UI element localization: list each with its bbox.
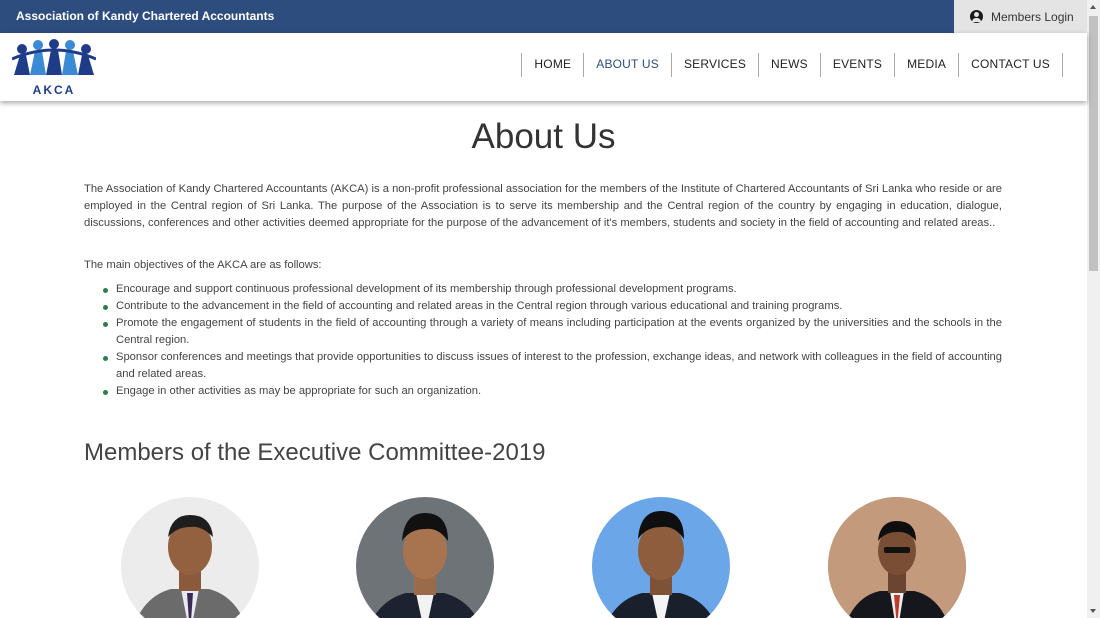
logo-brand-text: AKCA [32, 83, 76, 97]
page-title: About Us [471, 117, 616, 156]
nav-news[interactable]: NEWS [759, 53, 821, 77]
nav-about-us[interactable]: ABOUT US [584, 53, 672, 77]
scrollbar-thumb[interactable] [1089, 16, 1098, 271]
main-nav: HOME ABOUT US SERVICES NEWS EVENTS MEDIA… [521, 53, 1063, 77]
member-portrait-icon [137, 515, 243, 618]
logo-figures-icon [11, 39, 97, 75]
objectives-intro: The main objectives of the AKCA are as f… [84, 259, 322, 271]
page-scrollbar[interactable] [1087, 0, 1100, 618]
committee-title: Members of the Executive Committee-2019 [84, 439, 546, 466]
nav-media[interactable]: MEDIA [895, 53, 960, 77]
list-item: Engage in other activities as may be app… [103, 383, 1002, 400]
scroll-up-icon[interactable] [1090, 5, 1096, 9]
members-login-button[interactable]: Members Login [954, 0, 1087, 33]
list-item: Encourage and support continuous profess… [103, 281, 1002, 298]
nav-contact-us[interactable]: CONTACT US [959, 53, 1063, 77]
member-portrait-icon [609, 511, 713, 618]
list-item: Promote the engagement of students in th… [103, 315, 1002, 349]
main-content: About Us The Association of Kandy Charte… [0, 101, 1087, 618]
scroll-down-icon[interactable] [1090, 609, 1096, 613]
member-photo[interactable] [828, 497, 966, 618]
member-photo[interactable] [592, 497, 730, 618]
nav-services[interactable]: SERVICES [672, 53, 760, 77]
members-login-label: Members Login [991, 9, 1074, 24]
akca-logo[interactable]: AKCA [11, 39, 97, 97]
user-icon [970, 10, 983, 23]
list-item: Contribute to the advancement in the fie… [103, 298, 1002, 315]
objectives-list: Encourage and support continuous profess… [103, 281, 1002, 400]
member-portrait-icon [828, 497, 966, 618]
nav-events[interactable]: EVENTS [821, 53, 896, 77]
top-bar: Association of Kandy Chartered Accountan… [0, 0, 1087, 33]
member-portrait-icon [373, 513, 477, 618]
nav-home[interactable]: HOME [522, 53, 585, 77]
member-photo[interactable] [121, 497, 259, 618]
member-photo[interactable] [356, 497, 494, 618]
organization-name: Association of Kandy Chartered Accountan… [16, 9, 275, 23]
site-header: AKCA HOME ABOUT US SERVICES NEWS EVENTS … [0, 33, 1087, 101]
list-item: Sponsor conferences and meetings that pr… [103, 349, 1002, 383]
intro-paragraph: The Association of Kandy Chartered Accou… [84, 183, 1002, 229]
